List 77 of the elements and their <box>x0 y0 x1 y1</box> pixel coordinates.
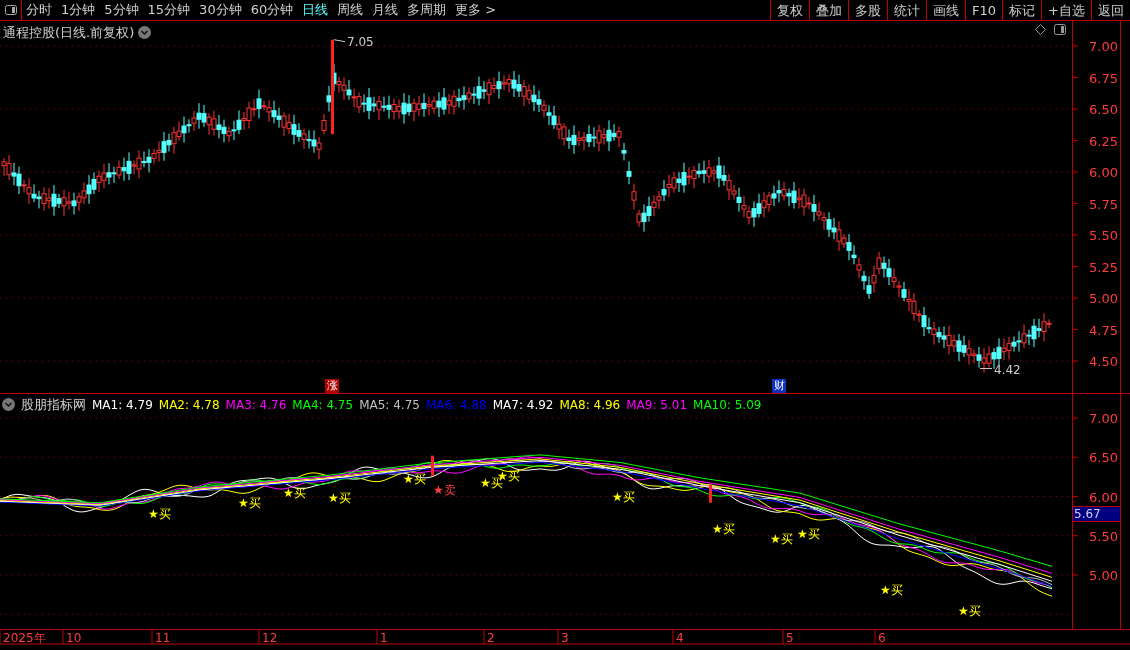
signal-label: ★买 <box>148 507 171 521</box>
signal-label: ★买 <box>880 583 903 597</box>
period-tab[interactable]: 分时 <box>26 0 52 20</box>
axis-label: 5.00 <box>1089 291 1118 306</box>
legend-value: MA8: 4.96 <box>559 396 621 414</box>
legend-value: MA2: 4.78 <box>158 396 220 414</box>
diamond-icon[interactable] <box>1035 24 1046 35</box>
axis-label: 6.00 <box>1089 165 1118 180</box>
axis-label: 6.00 <box>1089 489 1118 505</box>
chevron-down-icon[interactable] <box>138 26 152 40</box>
axis-label: 4.50 <box>1089 354 1118 369</box>
period-tab[interactable]: 15分钟 <box>147 0 191 20</box>
date-label: 4 <box>676 631 684 645</box>
axis-label: 6.50 <box>1089 102 1118 117</box>
legend-value: MA4: 4.75 <box>292 396 354 414</box>
signal-label: ★买 <box>328 491 351 505</box>
axis-label: 5.25 <box>1089 259 1118 275</box>
axis-label: 5.50 <box>1089 228 1118 243</box>
toolbar-button[interactable]: 画线 <box>926 0 966 21</box>
axis-label: 7.00 <box>1089 39 1118 54</box>
legend-value: MA1: 4.79 <box>92 396 153 414</box>
date-label: 10 <box>66 631 82 645</box>
date-label: 3 <box>561 631 569 645</box>
signal-label: ★买 <box>612 490 635 504</box>
axis-label: 7.00 <box>1089 411 1118 426</box>
date-label: 1 <box>380 631 388 645</box>
legend-value: MA6: 4.88 <box>425 396 487 414</box>
toolbar-button[interactable]: 多股 <box>848 0 888 21</box>
period-tab[interactable]: 5分钟 <box>104 0 139 20</box>
toolbar-button[interactable]: 返回 <box>1091 0 1130 21</box>
legend-value: MA7: 4.92 <box>492 396 554 414</box>
signal-label: ★买 <box>770 532 793 546</box>
chevron-down-icon[interactable] <box>2 398 15 412</box>
event-badge[interactable]: 涨 <box>325 379 339 393</box>
signal-label: ★买 <box>238 496 261 510</box>
toolbar-button[interactable]: F10 <box>965 0 1003 21</box>
toolbar-button[interactable]: 复权 <box>770 0 810 21</box>
period-tab[interactable]: 月线 <box>372 0 399 20</box>
axis-label: 6.50 <box>1089 450 1118 466</box>
signal-label: ★买 <box>283 486 306 500</box>
legend-value: MA10: 5.09 <box>693 396 762 414</box>
signal-label: ★买 <box>712 522 735 536</box>
toolbar-button[interactable]: 统计 <box>887 0 927 21</box>
axis-label: 5.50 <box>1089 528 1118 544</box>
toolbar-button[interactable]: +自选 <box>1041 0 1091 21</box>
axis-label: 5.00 <box>1089 568 1118 583</box>
current-value-tag: 5.67 <box>1073 506 1120 522</box>
period-tab[interactable]: 60分钟 <box>250 0 294 20</box>
signal-label: ★买 <box>958 604 981 618</box>
toolbar-button[interactable]: 叠加 <box>809 0 849 21</box>
period-tab[interactable]: 周线 <box>337 0 364 20</box>
date-label: 11 <box>155 631 171 645</box>
axis-label: 6.75 <box>1089 70 1118 86</box>
toolbar-button[interactable]: 标记 <box>1002 0 1042 21</box>
signal-label: ★卖 <box>433 483 456 497</box>
date-label: 2 <box>487 631 495 645</box>
legend-value: MA5: 4.75 <box>359 396 420 414</box>
legend-value: MA3: 4.76 <box>225 396 287 414</box>
panel-toggle-icon[interactable] <box>4 5 17 15</box>
period-tab[interactable]: 更多 > <box>455 0 497 20</box>
date-label: 6 <box>878 631 886 645</box>
axis-label: 5.75 <box>1089 196 1118 212</box>
date-label: 2025年 <box>3 631 46 645</box>
panel-toggle-icon[interactable] <box>1054 24 1066 35</box>
period-tab[interactable]: 多周期 <box>407 0 447 20</box>
stock-title: 通程控股(日线.前复权) <box>3 24 135 42</box>
axis-label: 4.75 <box>1089 322 1118 338</box>
indicator-name: 股朋指标网 <box>21 396 86 414</box>
period-tab[interactable]: 30分钟 <box>199 0 242 20</box>
event-badge[interactable]: 财 <box>772 379 786 393</box>
axis-label: 6.25 <box>1089 133 1118 149</box>
legend-value: MA9: 5.01 <box>626 396 688 414</box>
period-tab[interactable]: 日线 <box>302 0 329 20</box>
signal-label: ★买 <box>797 527 820 541</box>
period-tab[interactable]: 1分钟 <box>61 0 96 20</box>
date-label: 5 <box>786 631 794 645</box>
date-label: 12 <box>262 631 278 645</box>
